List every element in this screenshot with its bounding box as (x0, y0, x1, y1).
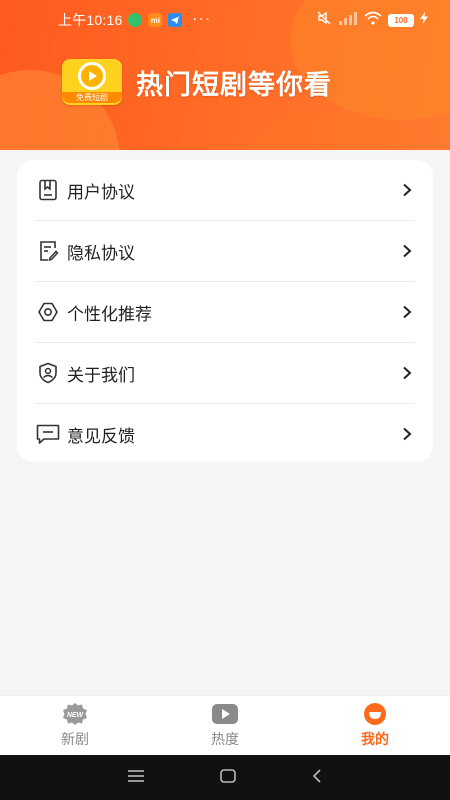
status-bar: 上午10:16 mi ··· 100 (0, 0, 450, 40)
menu-item-privacy-agreement[interactable]: 隐私协议 (35, 221, 415, 281)
nav-tab-profile[interactable]: 我的 (300, 696, 450, 755)
new-badge-icon: NEW (61, 702, 89, 726)
settings-menu-card: 用户协议 隐私协议 个性化推荐 关于我们 意见反馈 (17, 160, 433, 462)
gear-icon (35, 299, 61, 325)
menu-item-personalized-recommendation[interactable]: 个性化推荐 (35, 282, 415, 342)
header: 上午10:16 mi ··· 100 免费短剧 热门短剧等你看 (0, 0, 450, 150)
status-time: 上午10:16 (58, 12, 123, 28)
mi-app-icon: mi (148, 13, 163, 27)
app-logo: 免费短剧 (62, 59, 122, 105)
wechat-icon (128, 13, 143, 27)
play-circle-icon (78, 62, 106, 90)
nav-tab-new-dramas[interactable]: NEW 新剧 (0, 696, 150, 755)
profile-icon (361, 702, 389, 726)
svg-text:NEW: NEW (67, 712, 85, 719)
nav-label: 新剧 (61, 732, 89, 748)
more-notifications-icon: ··· (192, 12, 212, 28)
charging-icon (420, 12, 428, 28)
banner: 免费短剧 热门短剧等你看 (62, 58, 332, 106)
wifi-icon (364, 11, 382, 29)
menu-item-label: 用户协议 (67, 182, 135, 203)
menu-item-label: 意见反馈 (67, 426, 135, 447)
message-icon (35, 421, 61, 447)
menu-icon[interactable] (127, 768, 145, 787)
menu-item-about-us[interactable]: 关于我们 (35, 343, 415, 403)
menu-item-user-agreement[interactable]: 用户协议 (35, 160, 415, 220)
menu-item-feedback[interactable]: 意见反馈 (35, 404, 415, 464)
chevron-right-icon (399, 426, 415, 442)
system-navigation-bar (0, 755, 450, 800)
menu-item-label: 个性化推荐 (67, 304, 152, 325)
signal-icon (338, 11, 358, 29)
menu-item-label: 隐私协议 (67, 243, 135, 264)
telegram-icon (168, 13, 183, 27)
nav-tab-trending[interactable]: 热度 (150, 696, 300, 755)
chevron-right-icon (399, 365, 415, 381)
menu-item-label: 关于我们 (67, 365, 135, 386)
chevron-right-icon (399, 304, 415, 320)
page-title: 热门短剧等你看 (136, 69, 332, 101)
chevron-right-icon (399, 182, 415, 198)
book-icon (35, 177, 61, 203)
silent-icon (316, 10, 332, 30)
nav-label: 我的 (361, 732, 389, 748)
chevron-right-icon (399, 243, 415, 259)
logo-text: 免费短剧 (62, 92, 122, 103)
user-shield-icon (35, 360, 61, 386)
home-icon[interactable] (219, 768, 237, 788)
back-icon[interactable] (311, 768, 323, 788)
battery-icon: 100 (388, 13, 414, 27)
document-edit-icon (35, 238, 61, 264)
nav-label: 热度 (211, 732, 239, 748)
bottom-navigation: NEW 新剧 热度 我的 (0, 695, 450, 755)
play-icon (211, 702, 239, 726)
